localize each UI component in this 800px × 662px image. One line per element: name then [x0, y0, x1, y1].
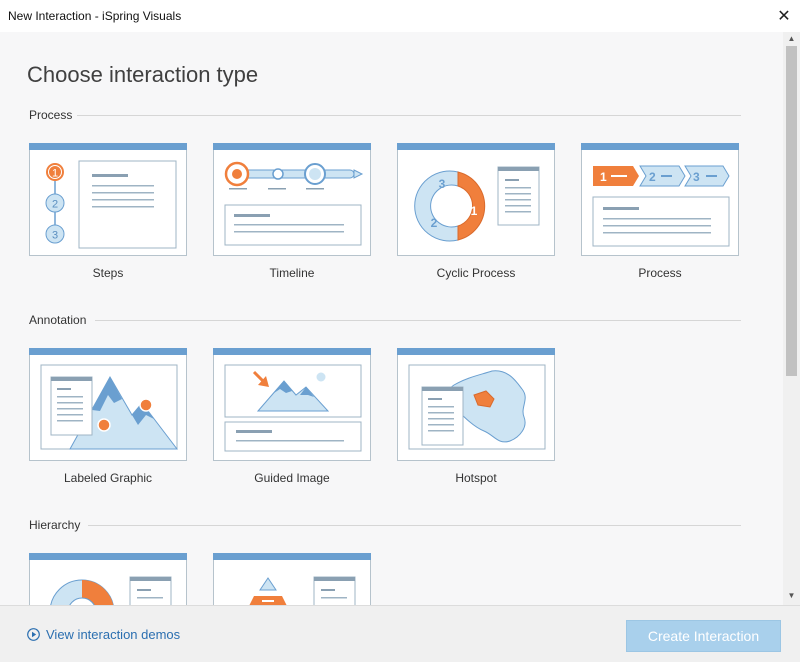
cycle-number: 1 — [471, 204, 478, 218]
card-labeled-graphic[interactable] — [29, 348, 187, 461]
create-interaction-button[interactable]: Create Interaction — [626, 620, 781, 652]
window-title: New Interaction - iSpring Visuals — [8, 9, 182, 23]
card-header-bar — [213, 348, 371, 355]
cycle-number: 3 — [439, 177, 446, 191]
step-number: 1 — [52, 168, 58, 180]
timeline-thumbnail — [224, 161, 364, 246]
card-header-bar — [29, 143, 187, 150]
card-guided-image[interactable] — [213, 348, 371, 461]
card-label-labeled-graphic: Labeled Graphic — [63, 471, 153, 485]
card-label-timeline: Timeline — [269, 266, 315, 280]
card-cyclic-process[interactable]: 3 2 1 — [397, 143, 555, 256]
process-number: 1 — [600, 170, 607, 184]
section-divider — [77, 115, 741, 116]
card-header-bar — [397, 143, 555, 150]
card-hotspot[interactable] — [397, 348, 555, 461]
card-hierarchy-1[interactable] — [29, 553, 187, 605]
hotspot-thumbnail — [408, 364, 546, 450]
card-label-process: Process — [638, 266, 682, 280]
steps-thumbnail: 1 2 3 — [45, 160, 177, 249]
cyclic-process-thumbnail: 3 2 1 — [414, 166, 540, 242]
process-number: 2 — [649, 170, 656, 184]
vertical-scrollbar[interactable]: ▲ ▼ — [783, 32, 800, 605]
card-header-bar — [397, 348, 555, 355]
card-hierarchy-2[interactable] — [213, 553, 371, 605]
card-label-steps: Steps — [92, 266, 124, 280]
card-timeline[interactable] — [213, 143, 371, 256]
cycle-number: 2 — [431, 216, 438, 230]
card-label-cyclic-process: Cyclic Process — [436, 266, 516, 280]
process-thumbnail: 1 2 3 — [592, 165, 730, 247]
scroll-down-icon[interactable]: ▼ — [783, 591, 800, 603]
labeled-graphic-thumbnail — [40, 364, 179, 450]
card-header-bar — [581, 143, 739, 150]
view-demos-link[interactable]: View interaction demos — [27, 627, 180, 642]
card-header-bar — [29, 553, 187, 560]
title-bar: New Interaction - iSpring Visuals ✕ — [0, 0, 800, 32]
step-number: 3 — [52, 230, 58, 242]
section-divider — [95, 320, 741, 321]
step-number: 2 — [52, 199, 58, 211]
card-label-guided-image: Guided Image — [254, 471, 330, 485]
guided-image-thumbnail — [224, 364, 362, 452]
card-header-bar — [213, 553, 371, 560]
section-divider — [88, 525, 741, 526]
hierarchy-thumbnail-1 — [50, 576, 172, 605]
hierarchy-thumbnail-2 — [249, 576, 356, 605]
process-number: 3 — [693, 170, 700, 184]
card-header-bar — [213, 143, 371, 150]
card-steps[interactable]: 1 2 3 — [29, 143, 187, 256]
scrollbar-thumb[interactable] — [786, 46, 797, 376]
section-label-process: Process — [29, 108, 73, 122]
play-circle-icon — [27, 628, 40, 641]
footer-bar: View interaction demos Create Interactio… — [0, 605, 800, 662]
content-area: Choose interaction type Process 1 2 3 St… — [0, 32, 783, 605]
page-title: Choose interaction type — [27, 62, 259, 87]
scroll-up-icon[interactable]: ▲ — [783, 34, 800, 46]
view-demos-label: View interaction demos — [46, 627, 181, 642]
close-icon[interactable]: ✕ — [768, 0, 800, 32]
section-label-hierarchy: Hierarchy — [29, 518, 81, 532]
card-process[interactable]: 1 2 3 — [581, 143, 739, 256]
card-label-hotspot: Hotspot — [455, 471, 497, 485]
section-label-annotation: Annotation — [29, 313, 87, 327]
card-header-bar — [29, 348, 187, 355]
